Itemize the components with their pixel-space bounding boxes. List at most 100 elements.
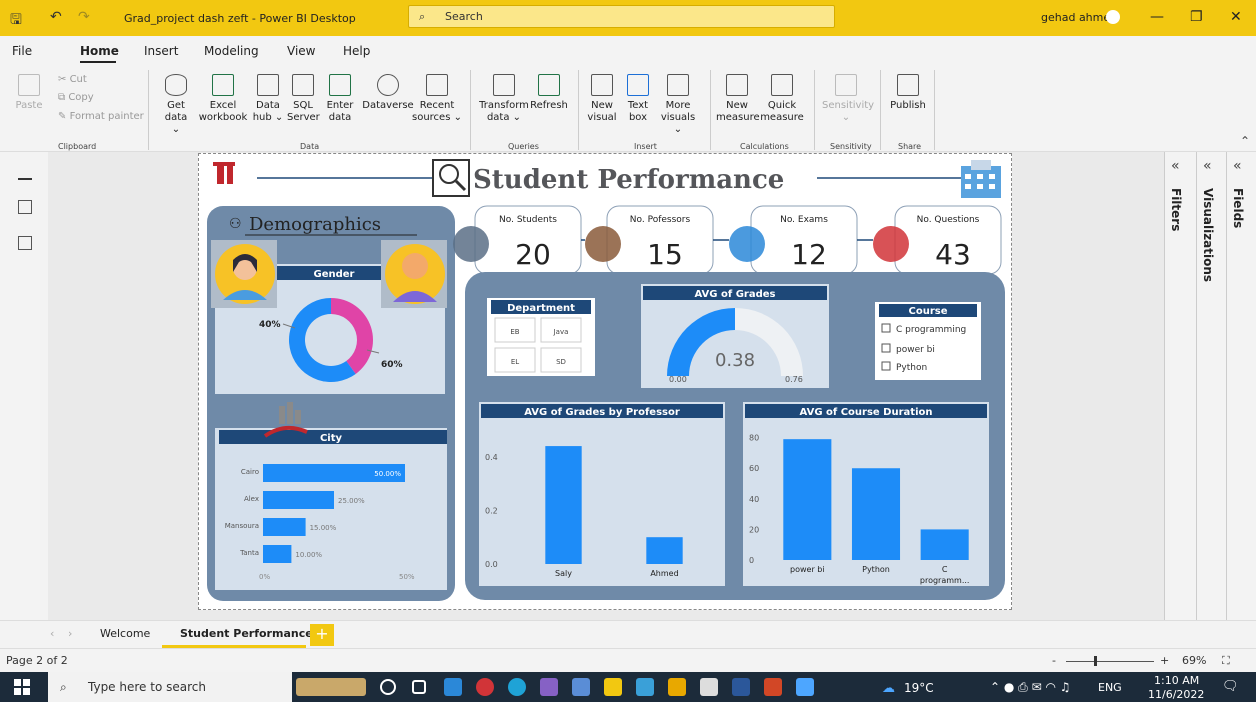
app-icon[interactable] <box>572 678 590 696</box>
enter-data-button[interactable]: Enter data <box>324 74 356 124</box>
expand-fields-icon[interactable]: « <box>1233 158 1242 174</box>
menu-modeling[interactable]: Modeling <box>204 44 259 58</box>
bar[interactable] <box>545 446 582 564</box>
zoom-out-button[interactable]: - <box>1052 654 1056 667</box>
clock-date[interactable]: 11/6/2022 <box>1148 688 1204 701</box>
building-icon <box>961 160 1001 198</box>
cortana-icon[interactable] <box>380 679 396 695</box>
y-tick-label: 40 <box>749 495 759 504</box>
dataverse-button[interactable]: Dataverse <box>360 74 416 112</box>
expand-visualizations-icon[interactable]: « <box>1203 158 1212 174</box>
more-visuals-button[interactable]: More visuals ⌄ <box>656 74 700 136</box>
filters-pane[interactable]: « Filters <box>1164 152 1196 620</box>
restore-button[interactable]: ❐ <box>1190 9 1203 25</box>
more-visuals-icon <box>667 74 689 96</box>
app-icon[interactable] <box>476 678 494 696</box>
menu-help[interactable]: Help <box>343 44 370 58</box>
format-painter-button[interactable]: ✎ Format painter <box>58 111 144 122</box>
bar[interactable] <box>783 439 832 560</box>
taskbar-search-input[interactable]: ⌕ Type here to search <box>48 672 292 702</box>
kpi-label: No. Exams <box>780 215 828 225</box>
task-view-icon[interactable] <box>412 680 426 694</box>
file-explorer-icon[interactable] <box>444 678 462 696</box>
sql-icon <box>292 74 314 96</box>
department-tile-eb[interactable]: EB <box>494 317 536 343</box>
course-title: Course <box>909 306 948 317</box>
save-icon[interactable]: 🖫 <box>10 9 22 33</box>
department-tile-sd[interactable]: SD <box>540 347 582 373</box>
windows-start-icon[interactable] <box>14 679 30 695</box>
quick-measure-button[interactable]: Quick measure <box>760 74 804 124</box>
transform-data-button[interactable]: Transform data ⌄ <box>478 74 530 124</box>
department-tile-java[interactable]: Java <box>540 317 582 343</box>
visualizations-pane[interactable]: « Visualizations <box>1196 152 1226 620</box>
menu-view[interactable]: View <box>287 44 315 58</box>
city-bar[interactable] <box>263 518 306 536</box>
clock-time[interactable]: 1:10 AM <box>1154 674 1199 687</box>
photos-icon[interactable] <box>796 678 814 696</box>
new-visual-button[interactable]: New visual <box>586 74 618 124</box>
language-indicator[interactable]: ENG <box>1098 681 1122 694</box>
svg-text:Java: Java <box>553 328 569 336</box>
tab-student-performance[interactable]: Student Performance <box>180 627 313 640</box>
cut-button[interactable]: ✂ Cut <box>58 74 87 85</box>
ribbon-divider <box>880 70 881 150</box>
tab-welcome[interactable]: Welcome <box>100 627 150 640</box>
expand-filters-icon[interactable]: « <box>1171 158 1180 174</box>
zoom-slider[interactable] <box>1066 661 1154 662</box>
x-tick-label: Saly <box>555 569 572 578</box>
power-bi-report-icon[interactable] <box>668 678 686 696</box>
data-view-icon[interactable] <box>18 200 32 214</box>
menu-home[interactable]: Home <box>80 44 119 58</box>
model-view-icon[interactable] <box>18 236 32 250</box>
edge-icon[interactable] <box>508 678 526 696</box>
data-hub-button[interactable]: Data hub ⌄ <box>252 74 284 124</box>
city-data-label: 50.00% <box>374 470 401 478</box>
power-bi-icon[interactable] <box>604 678 622 696</box>
visual-studio-icon[interactable] <box>540 678 558 696</box>
bar[interactable] <box>920 529 969 560</box>
publish-button[interactable]: Publish <box>888 74 928 112</box>
collapse-ribbon-icon[interactable]: ⌃ <box>1240 134 1250 148</box>
add-page-button[interactable]: + <box>310 624 334 646</box>
get-data-button[interactable]: Get data ⌄ <box>160 74 192 136</box>
menu-file[interactable]: File <box>12 44 32 58</box>
new-measure-button[interactable]: New measure <box>716 74 760 124</box>
text-box-button[interactable]: Text box <box>624 74 652 124</box>
powerpoint-icon[interactable] <box>764 678 782 696</box>
menu-insert[interactable]: Insert <box>144 44 178 58</box>
fields-pane[interactable]: « Fields <box>1226 152 1256 620</box>
close-button[interactable]: ✕ <box>1230 9 1242 25</box>
x-tick-label: Ahmed <box>650 569 678 578</box>
report-view-icon[interactable] <box>18 166 32 180</box>
city-bar[interactable] <box>263 491 334 509</box>
zoom-in-button[interactable]: + <box>1160 654 1169 667</box>
city-bar[interactable] <box>263 545 292 563</box>
excel-workbook-button[interactable]: Excel workbook <box>198 74 248 124</box>
notification-icon[interactable]: 🗨 <box>1222 679 1239 694</box>
bar[interactable] <box>646 537 683 564</box>
zoom-slider-thumb[interactable] <box>1094 656 1097 666</box>
paste-button[interactable]: Paste <box>14 74 44 112</box>
undo-icon[interactable]: ↶ <box>50 9 62 25</box>
avatar[interactable] <box>1106 10 1120 24</box>
redo-icon[interactable]: ↷ <box>78 9 90 25</box>
sensitivity-button[interactable]: Sensitivity ⌄ <box>822 74 874 124</box>
app-icon[interactable] <box>700 678 718 696</box>
kpi-label: No. Students <box>499 215 557 225</box>
tray-icons[interactable]: ⌃ ● ⎙ ✉ ◠ ♫ <box>990 680 1070 695</box>
fit-page-icon[interactable]: ⛶ <box>1222 654 1230 668</box>
weather-icon: ☁ <box>882 681 895 696</box>
next-page-icon[interactable]: › <box>68 627 72 640</box>
bar[interactable] <box>851 468 901 560</box>
prev-page-icon[interactable]: ‹ <box>50 627 54 640</box>
app-icon[interactable] <box>636 678 654 696</box>
department-tile-el[interactable]: EL <box>494 347 536 373</box>
sql-server-button[interactable]: SQL Server <box>287 74 320 124</box>
search-input[interactable]: ⌕ Search <box>408 5 835 28</box>
minimize-button[interactable]: — <box>1150 9 1164 25</box>
refresh-button[interactable]: Refresh <box>528 74 570 112</box>
word-icon[interactable] <box>732 678 750 696</box>
recent-sources-button[interactable]: Recent sources ⌄ <box>412 74 462 124</box>
copy-button[interactable]: ⧉ Copy <box>58 92 94 103</box>
